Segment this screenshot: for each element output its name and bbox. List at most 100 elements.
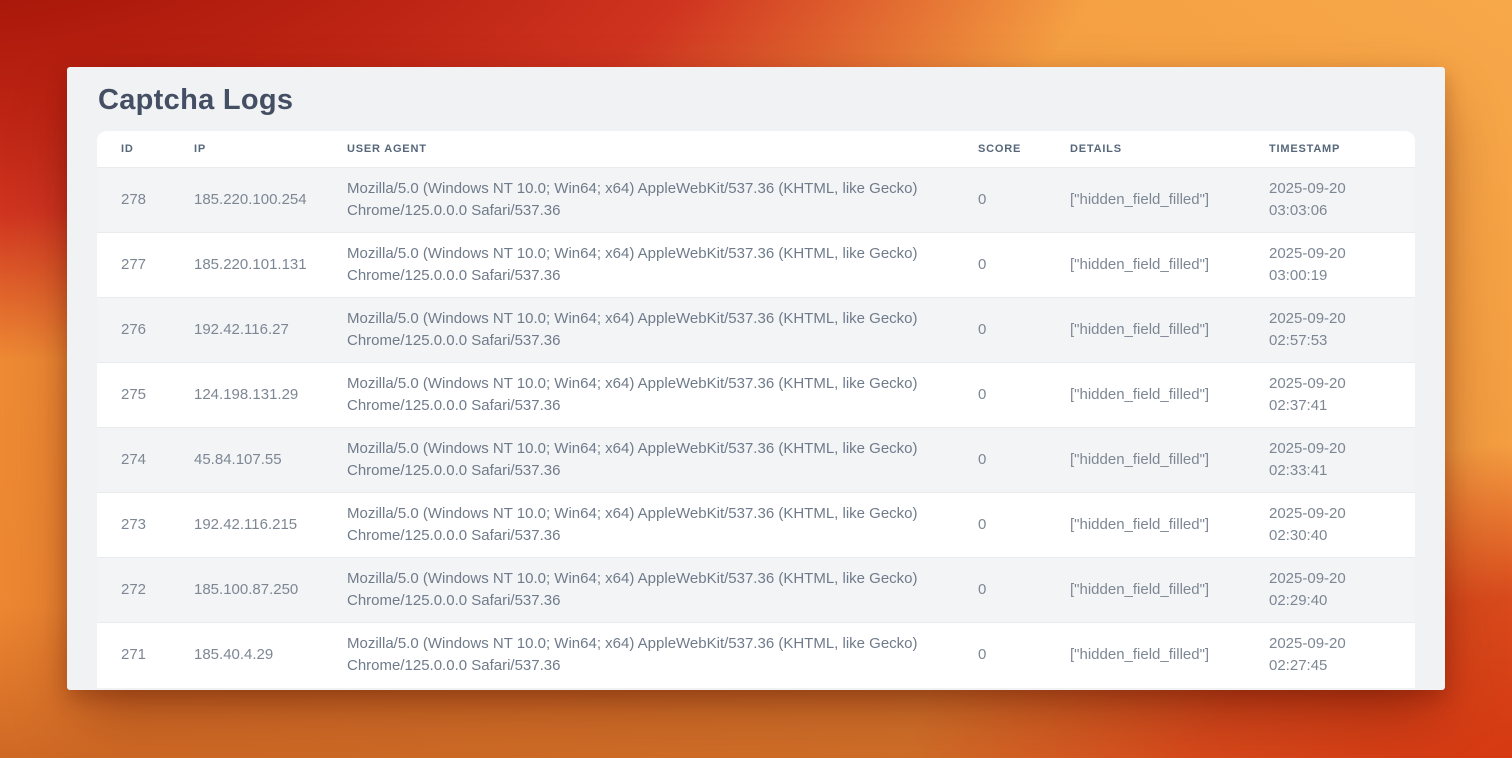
- cell-user-agent: Mozilla/5.0 (Windows NT 10.0; Win64; x64…: [323, 233, 954, 298]
- timestamp-time: 02:27:45: [1269, 655, 1391, 677]
- timestamp-date: 2025-09-20: [1269, 178, 1391, 200]
- cell-details: ["hidden_field_filled"]: [1046, 493, 1245, 558]
- cell-id: 278: [97, 168, 170, 233]
- user-agent-line1: Mozilla/5.0 (Windows NT 10.0; Win64; x64…: [347, 373, 930, 395]
- user-agent-line1: Mozilla/5.0 (Windows NT 10.0; Win64; x64…: [347, 178, 930, 200]
- cell-details: ["hidden_field_filled"]: [1046, 168, 1245, 233]
- column-header-id: ID: [97, 131, 170, 168]
- cell-timestamp: 2025-09-2002:27:45: [1245, 623, 1415, 688]
- timestamp-date: 2025-09-20: [1269, 438, 1391, 460]
- cell-score: 0: [954, 623, 1046, 688]
- timestamp-time: 02:33:41: [1269, 460, 1391, 482]
- timestamp-time: 02:57:53: [1269, 330, 1391, 352]
- cell-id: 275: [97, 363, 170, 428]
- cell-user-agent: Mozilla/5.0 (Windows NT 10.0; Win64; x64…: [323, 558, 954, 623]
- timestamp-date: 2025-09-20: [1269, 308, 1391, 330]
- user-agent-line1: Mozilla/5.0 (Windows NT 10.0; Win64; x64…: [347, 438, 930, 460]
- cell-ip: 185.220.100.254: [170, 168, 323, 233]
- cell-score: 0: [954, 558, 1046, 623]
- user-agent-line2: Chrome/125.0.0.0 Safari/537.36: [347, 525, 930, 547]
- column-header-details: DETAILS: [1046, 131, 1245, 168]
- cell-score: 0: [954, 233, 1046, 298]
- cell-timestamp: 2025-09-2003:03:06: [1245, 168, 1415, 233]
- table-row: 271185.40.4.29 Mozilla/5.0 (Windows NT 10…: [97, 623, 1415, 688]
- cell-score: 0: [954, 168, 1046, 233]
- user-agent-line2: Chrome/125.0.0.0 Safari/537.36: [347, 330, 930, 352]
- timestamp-time: 02:30:40: [1269, 525, 1391, 547]
- user-agent-line1: Mozilla/5.0 (Windows NT 10.0; Win64; x64…: [347, 308, 930, 330]
- user-agent-line2: Chrome/125.0.0.0 Safari/537.36: [347, 200, 930, 222]
- cell-ip: 192.42.116.27: [170, 298, 323, 363]
- cell-score: 0: [954, 298, 1046, 363]
- cell-timestamp: 2025-09-2002:29:40: [1245, 558, 1415, 623]
- table-row: 272185.100.87.250 Mozilla/5.0 (Windows NT…: [97, 558, 1415, 623]
- table-header-row: ID IP USER AGENT SCORE DETAILS TIMESTAMP: [97, 131, 1415, 168]
- column-header-score: SCORE: [954, 131, 1046, 168]
- timestamp-date: 2025-09-20: [1269, 633, 1391, 655]
- table-body: 278185.220.100.254 Mozilla/5.0 (Windows N…: [97, 168, 1415, 688]
- user-agent-line1: Mozilla/5.0 (Windows NT 10.0; Win64; x64…: [347, 568, 930, 590]
- table-row: 278185.220.100.254 Mozilla/5.0 (Windows N…: [97, 168, 1415, 233]
- cell-user-agent: Mozilla/5.0 (Windows NT 10.0; Win64; x64…: [323, 363, 954, 428]
- cell-ip: 45.84.107.55: [170, 428, 323, 493]
- cell-ip: 185.220.101.131: [170, 233, 323, 298]
- cell-timestamp: 2025-09-2002:57:53: [1245, 298, 1415, 363]
- cell-ip: 192.42.116.215: [170, 493, 323, 558]
- cell-id: 274: [97, 428, 170, 493]
- cell-score: 0: [954, 363, 1046, 428]
- cell-timestamp: 2025-09-2002:37:41: [1245, 363, 1415, 428]
- cell-details: ["hidden_field_filled"]: [1046, 233, 1245, 298]
- cell-details: ["hidden_field_filled"]: [1046, 428, 1245, 493]
- timestamp-time: 02:29:40: [1269, 590, 1391, 612]
- cell-id: 273: [97, 493, 170, 558]
- user-agent-line1: Mozilla/5.0 (Windows NT 10.0; Win64; x64…: [347, 633, 930, 655]
- column-header-timestamp: TIMESTAMP: [1245, 131, 1415, 168]
- cell-details: ["hidden_field_filled"]: [1046, 298, 1245, 363]
- user-agent-line2: Chrome/125.0.0.0 Safari/537.36: [347, 265, 930, 287]
- cell-score: 0: [954, 493, 1046, 558]
- table-row: 275124.198.131.29 Mozilla/5.0 (Windows NT…: [97, 363, 1415, 428]
- cell-id: 271: [97, 623, 170, 688]
- timestamp-time: 03:03:06: [1269, 200, 1391, 222]
- timestamp-time: 02:37:41: [1269, 395, 1391, 417]
- cell-user-agent: Mozilla/5.0 (Windows NT 10.0; Win64; x64…: [323, 298, 954, 363]
- column-header-user-agent: USER AGENT: [323, 131, 954, 168]
- table-row: 27445.84.107.55 Mozilla/5.0 (Windows NT 1…: [97, 428, 1415, 493]
- cell-user-agent: Mozilla/5.0 (Windows NT 10.0; Win64; x64…: [323, 168, 954, 233]
- cell-id: 272: [97, 558, 170, 623]
- cell-user-agent: Mozilla/5.0 (Windows NT 10.0; Win64; x64…: [323, 493, 954, 558]
- logs-table-container: ID IP USER AGENT SCORE DETAILS TIMESTAMP…: [97, 131, 1415, 688]
- cell-details: ["hidden_field_filled"]: [1046, 363, 1245, 428]
- cell-timestamp: 2025-09-2002:33:41: [1245, 428, 1415, 493]
- captcha-logs-card: Captcha Logs ID IP USER AGENT SCORE DETA…: [67, 67, 1445, 690]
- timestamp-time: 03:00:19: [1269, 265, 1391, 287]
- cell-timestamp: 2025-09-2002:30:40: [1245, 493, 1415, 558]
- user-agent-line2: Chrome/125.0.0.0 Safari/537.36: [347, 395, 930, 417]
- page-title: Captcha Logs: [97, 67, 1415, 131]
- timestamp-date: 2025-09-20: [1269, 243, 1391, 265]
- user-agent-line2: Chrome/125.0.0.0 Safari/537.36: [347, 460, 930, 482]
- cell-score: 0: [954, 428, 1046, 493]
- timestamp-date: 2025-09-20: [1269, 503, 1391, 525]
- timestamp-date: 2025-09-20: [1269, 373, 1391, 395]
- cell-details: ["hidden_field_filled"]: [1046, 623, 1245, 688]
- cell-ip: 124.198.131.29: [170, 363, 323, 428]
- column-header-ip: IP: [170, 131, 323, 168]
- cell-user-agent: Mozilla/5.0 (Windows NT 10.0; Win64; x64…: [323, 428, 954, 493]
- table-row: 276192.42.116.27 Mozilla/5.0 (Windows NT …: [97, 298, 1415, 363]
- timestamp-date: 2025-09-20: [1269, 568, 1391, 590]
- table-row: 277185.220.101.131 Mozilla/5.0 (Windows N…: [97, 233, 1415, 298]
- user-agent-line1: Mozilla/5.0 (Windows NT 10.0; Win64; x64…: [347, 243, 930, 265]
- user-agent-line2: Chrome/125.0.0.0 Safari/537.36: [347, 590, 930, 612]
- cell-id: 276: [97, 298, 170, 363]
- cell-timestamp: 2025-09-2003:00:19: [1245, 233, 1415, 298]
- table-row: 273192.42.116.215 Mozilla/5.0 (Windows NT…: [97, 493, 1415, 558]
- cell-id: 277: [97, 233, 170, 298]
- user-agent-line1: Mozilla/5.0 (Windows NT 10.0; Win64; x64…: [347, 503, 930, 525]
- cell-details: ["hidden_field_filled"]: [1046, 558, 1245, 623]
- cell-ip: 185.100.87.250: [170, 558, 323, 623]
- logs-table: ID IP USER AGENT SCORE DETAILS TIMESTAMP…: [97, 131, 1415, 688]
- cell-user-agent: Mozilla/5.0 (Windows NT 10.0; Win64; x64…: [323, 623, 954, 688]
- cell-ip: 185.40.4.29: [170, 623, 323, 688]
- user-agent-line2: Chrome/125.0.0.0 Safari/537.36: [347, 655, 930, 677]
